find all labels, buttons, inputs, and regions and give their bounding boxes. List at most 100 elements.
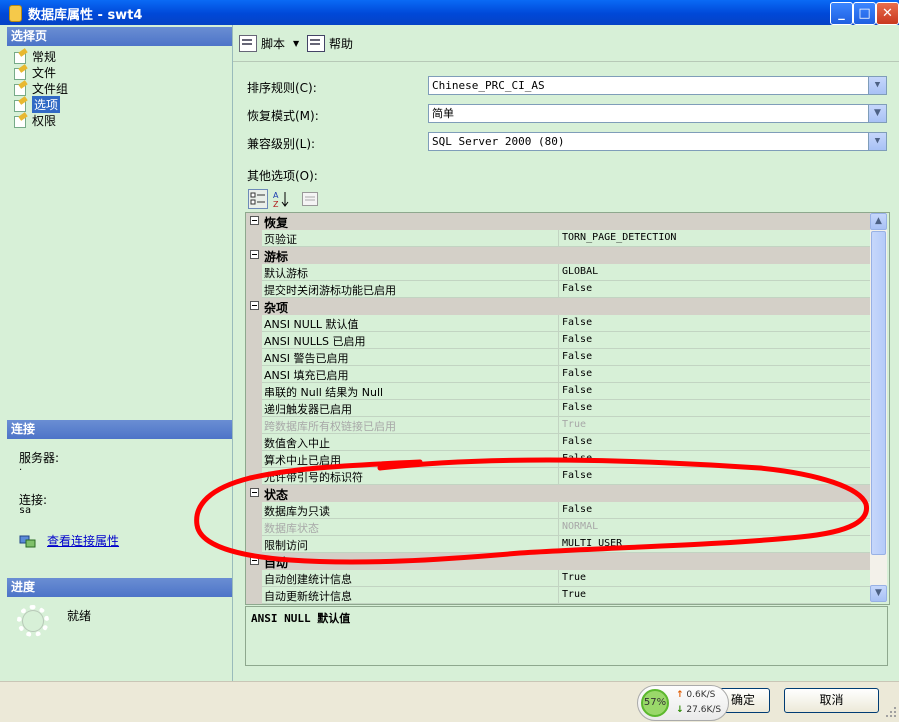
recovery-model-combo[interactable]: 简单 ▼ (428, 104, 887, 123)
property-row[interactable]: 默认游标 GLOBAL (246, 264, 871, 281)
property-name: 数据库为只读 (264, 505, 330, 518)
view-connection-properties-link[interactable]: 查看连接属性 (47, 532, 119, 549)
category-recovery[interactable]: 恢复 (246, 213, 871, 230)
category-automatic[interactable]: 自动 (246, 553, 871, 570)
recovery-model-label: 恢复模式(M): (247, 109, 319, 123)
title-bar[interactable]: 数据库属性 - swt4 _ □ ✕ (0, 0, 899, 25)
recovery-model-value: 简单 (432, 107, 454, 120)
connection-properties-icon (19, 535, 36, 548)
page-settings-icon (13, 82, 28, 96)
property-name: 提交时关闭游标功能已启用 (264, 284, 396, 297)
property-value[interactable]: False (562, 504, 592, 515)
property-name: 数据库状态 (264, 522, 319, 535)
property-value[interactable]: GLOBAL (562, 266, 598, 277)
collation-combo[interactable]: Chinese_PRC_CI_AS ▼ (428, 76, 887, 95)
property-value[interactable]: False (562, 402, 592, 413)
property-value[interactable]: True (562, 572, 586, 583)
collapse-icon[interactable] (250, 250, 259, 259)
collapse-icon[interactable] (250, 216, 259, 225)
progress-header: 进度 (7, 578, 232, 597)
property-grid[interactable]: 恢复 页验证 TORN_PAGE_DETECTION 游标 默认游标 GLOBA… (245, 212, 890, 605)
chevron-down-icon[interactable]: ▼ (868, 133, 886, 150)
property-value[interactable]: False (562, 334, 592, 345)
category-state[interactable]: 状态 (246, 485, 871, 502)
chevron-down-icon[interactable]: ▼ (868, 77, 886, 94)
nav-item-options[interactable]: 选项 (13, 95, 61, 113)
collapse-icon[interactable] (250, 488, 259, 497)
window-title: 数据库属性 - swt4 (28, 8, 143, 23)
maximize-button[interactable]: □ (853, 2, 876, 25)
nav-item-label: 文件组 (32, 81, 69, 96)
nav-item-permissions[interactable]: 权限 (13, 112, 56, 128)
chevron-down-icon: ▼ (293, 39, 300, 48)
scroll-up-icon[interactable]: ▲ (870, 213, 887, 230)
property-value: NORMAL (562, 521, 599, 532)
property-value[interactable]: False (562, 436, 592, 447)
script-button[interactable]: 脚本 ▼ (239, 35, 299, 52)
chevron-down-icon[interactable]: ▼ (868, 105, 886, 122)
property-value[interactable]: False (562, 470, 592, 481)
nav-item-filegroups[interactable]: 文件组 (13, 80, 68, 96)
property-row[interactable]: 页验证 TORN_PAGE_DETECTION (246, 230, 871, 247)
property-row: 数据库状态 NORMAL (246, 519, 871, 536)
category-label: 杂项 (264, 301, 289, 315)
property-value[interactable]: MULTI_USER (562, 538, 622, 549)
property-row[interactable]: ANSI NULL 默认值 False (246, 315, 871, 332)
close-button[interactable]: ✕ (876, 2, 899, 25)
category-cursor[interactable]: 游标 (246, 247, 871, 264)
property-value[interactable]: False (562, 351, 592, 362)
property-name: ANSI 警告已启用 (264, 352, 349, 365)
network-speed-widget[interactable]: 57% ↑ 0.6K/S ↓ 27.6K/S (637, 685, 729, 721)
property-row[interactable]: 数值舍入中止 False (246, 434, 871, 451)
property-row[interactable]: 递归触发器已启用 False (246, 400, 871, 417)
resize-grip-icon[interactable] (885, 706, 897, 718)
minimize-button[interactable]: _ (830, 2, 853, 25)
collation-value: Chinese_PRC_CI_AS (432, 79, 545, 92)
description-panel: ANSI NULL 默认值 (245, 606, 888, 666)
description-title: ANSI NULL 默认值 (251, 612, 351, 625)
scroll-thumb[interactable] (871, 231, 886, 555)
nav-item-files[interactable]: 文件 (13, 64, 56, 80)
property-row[interactable]: 自动更新统计信息 True (246, 587, 871, 604)
collapse-icon[interactable] (250, 556, 259, 565)
property-row[interactable]: 数据库为只读 False (246, 502, 871, 519)
progress-status: 就绪 (67, 609, 92, 623)
category-label: 状态 (264, 488, 289, 502)
alphabetical-sort-icon[interactable]: A Z (271, 189, 291, 209)
category-misc[interactable]: 杂项 (246, 298, 871, 315)
property-value[interactable]: False (562, 317, 592, 328)
collapse-icon[interactable] (250, 301, 259, 310)
property-value: True (562, 419, 587, 430)
compat-level-combo[interactable]: SQL Server 2000 (80) ▼ (428, 132, 887, 151)
property-pages-icon[interactable] (300, 189, 320, 209)
page-settings-icon (13, 66, 28, 80)
property-row[interactable]: 算术中止已启用 False (246, 451, 871, 468)
property-row[interactable]: ANSI 警告已启用 False (246, 349, 871, 366)
property-row[interactable]: 允许带引号的标识符 False (246, 468, 871, 485)
close-icon: ✕ (882, 6, 893, 21)
cancel-button[interactable]: 取消 (784, 688, 879, 713)
property-row[interactable]: ANSI NULLS 已启用 False (246, 332, 871, 349)
property-row[interactable]: 串联的 Null 结果为 Null False (246, 383, 871, 400)
property-row[interactable]: ANSI 填充已启用 False (246, 366, 871, 383)
nav-item-label: 文件 (32, 65, 57, 80)
property-value[interactable]: True (562, 589, 586, 600)
category-label: 自动 (264, 556, 289, 570)
help-button[interactable]: 帮助 (307, 35, 353, 52)
scroll-down-icon[interactable]: ▼ (870, 585, 887, 602)
property-value[interactable]: False (562, 453, 592, 464)
property-value[interactable]: False (562, 283, 592, 294)
property-name: 串联的 Null 结果为 Null (264, 386, 384, 399)
property-row[interactable]: 提交时关闭游标功能已启用 False (246, 281, 871, 298)
property-row[interactable]: 限制访问 MULTI_USER (246, 536, 871, 553)
categorized-view-icon[interactable] (248, 189, 268, 209)
property-name: 页验证 (264, 233, 297, 246)
property-value[interactable]: False (562, 368, 592, 379)
property-grid-scrollbar[interactable]: ▲ ▼ (870, 213, 887, 602)
property-value[interactable]: False (562, 385, 592, 396)
property-value[interactable]: TORN_PAGE_DETECTION (562, 232, 676, 243)
nav-item-label: 权限 (32, 113, 57, 128)
nav-item-general[interactable]: 常规 (13, 48, 56, 64)
property-row[interactable]: 自动创建统计信息 True (246, 570, 871, 587)
property-name: 数值舍入中止 (264, 437, 330, 450)
